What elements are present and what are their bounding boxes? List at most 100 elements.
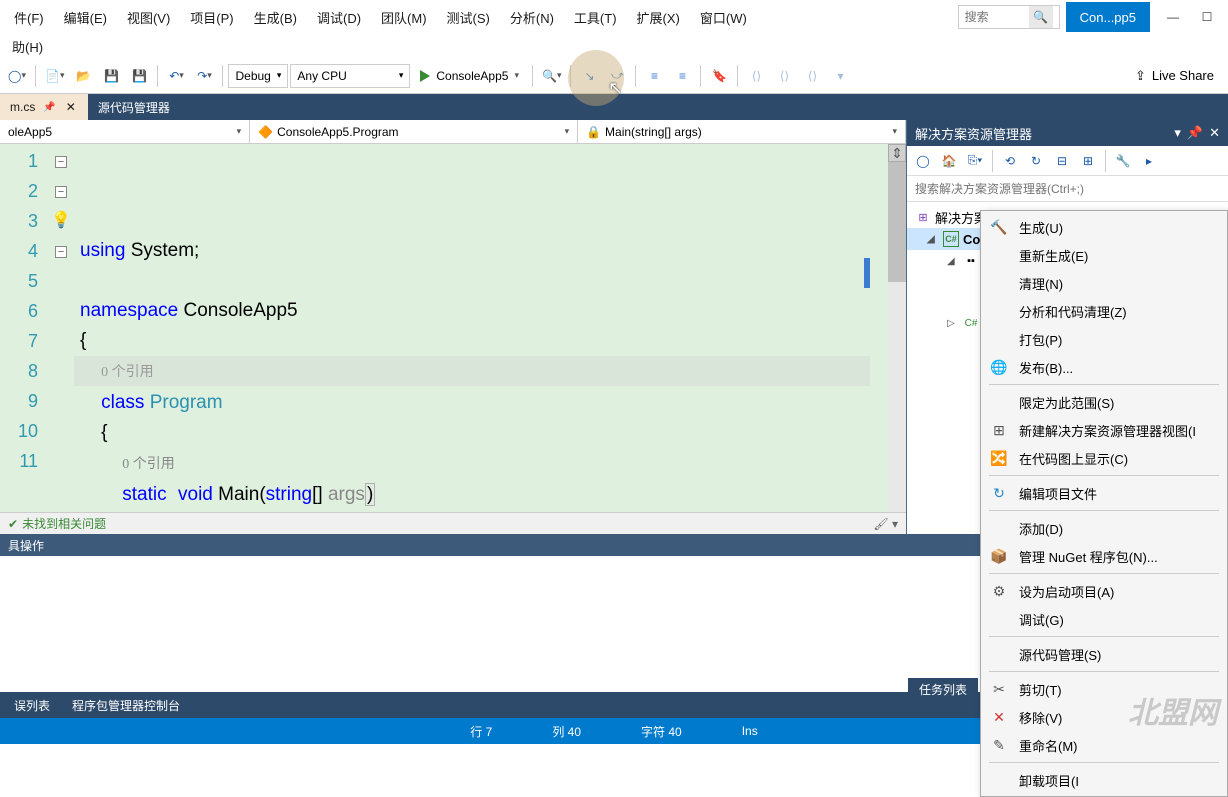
- menu-debug[interactable]: 调试(D): [307, 2, 371, 33]
- nav-method-combo[interactable]: 🔒 Main(string[] args)▾: [578, 120, 906, 143]
- redo-button[interactable]: ↷▾: [191, 63, 217, 89]
- bookmark-button[interactable]: 🔖: [706, 63, 732, 89]
- sln-scope-button[interactable]: ⎘▾: [963, 149, 987, 173]
- cleanup-brush-button[interactable]: 🖌 ▾: [873, 517, 898, 531]
- ctx-add[interactable]: 添加(D): [981, 514, 1227, 542]
- platform-dropdown[interactable]: Any CPU▾: [290, 64, 410, 88]
- tb-extra-2[interactable]: ⟨⟩: [771, 63, 797, 89]
- dropdown-icon[interactable]: ▾: [1174, 125, 1181, 141]
- menu-file[interactable]: 件(F): [4, 2, 54, 33]
- menu-extensions[interactable]: 扩展(X): [627, 2, 690, 33]
- sln-showall-button[interactable]: ⊞: [1076, 149, 1100, 173]
- sln-collapse-button[interactable]: ⊟: [1050, 149, 1074, 173]
- tab-package-manager[interactable]: 程序包管理器控制台: [62, 693, 190, 718]
- ctx-unload[interactable]: 卸载项目(I: [981, 766, 1227, 794]
- split-editor-handle[interactable]: ⇕: [888, 144, 906, 162]
- status-ins: Ins: [742, 724, 758, 738]
- menu-view[interactable]: 视图(V): [117, 2, 180, 33]
- no-issues-indicator[interactable]: ✔ 未找到相关问题: [8, 515, 106, 532]
- code-text-area[interactable]: using System; namespace ConsoleApp5 { 0 …: [74, 144, 888, 512]
- fold-toggle[interactable]: −: [55, 246, 67, 258]
- package-icon: 📦: [989, 548, 1009, 565]
- chevron-down-icon[interactable]: ◢: [927, 234, 939, 245]
- ctx-nuget[interactable]: 📦管理 NuGet 程序包(N)...: [981, 542, 1227, 570]
- solution-search-input[interactable]: [915, 182, 1220, 196]
- new-project-button[interactable]: 📄▾: [41, 63, 68, 89]
- editor-status-bar: ✔ 未找到相关问题 🖌 ▾: [0, 512, 906, 534]
- tb-extra-3[interactable]: ⟨⟩: [799, 63, 825, 89]
- live-share-button[interactable]: ⇪ Live Share: [1125, 68, 1224, 84]
- comment-button[interactable]: ≡: [641, 63, 667, 89]
- close-tab-icon[interactable]: ✕: [64, 100, 78, 114]
- menu-tools[interactable]: 工具(T): [564, 2, 627, 33]
- chevron-down-icon[interactable]: ◢: [947, 256, 959, 267]
- ctx-rename[interactable]: ✎重命名(M): [981, 731, 1227, 759]
- menu-analyze[interactable]: 分析(N): [500, 2, 564, 33]
- solution-search[interactable]: [907, 176, 1228, 202]
- step-over-icon: ⤻: [611, 68, 624, 83]
- ctx-scm[interactable]: 源代码管理(S): [981, 640, 1227, 668]
- ctx-new-view[interactable]: ⊞新建解决方案资源管理器视图(I: [981, 416, 1227, 444]
- sln-back-button[interactable]: ◯: [911, 149, 935, 173]
- scrollbar-thumb[interactable]: [888, 162, 906, 282]
- minimize-button[interactable]: —: [1156, 2, 1190, 32]
- pin-icon[interactable]: 📌: [43, 102, 55, 113]
- pin-icon[interactable]: 📌: [1187, 125, 1203, 141]
- start-debug-button[interactable]: ConsoleApp5 ▾: [412, 63, 527, 89]
- sln-home-button[interactable]: 🏠: [937, 149, 961, 173]
- ctx-cut[interactable]: ✂剪切(T): [981, 675, 1227, 703]
- sln-sync-button[interactable]: ⟲: [998, 149, 1022, 173]
- save-all-button[interactable]: 💾: [126, 63, 152, 89]
- tb-extra-1[interactable]: ⟨⟩: [743, 63, 769, 89]
- search-button[interactable]: 🔍: [1029, 6, 1053, 28]
- open-button[interactable]: 📂: [70, 63, 96, 89]
- sln-refresh-button[interactable]: ↻: [1024, 149, 1048, 173]
- menu-project[interactable]: 项目(P): [180, 2, 243, 33]
- save-button[interactable]: 💾: [98, 63, 124, 89]
- ctx-edit-proj[interactable]: ↻编辑项目文件: [981, 479, 1227, 507]
- quick-search[interactable]: 🔍: [958, 5, 1060, 29]
- ctx-pack[interactable]: 打包(P): [981, 325, 1227, 353]
- tb-extra-4[interactable]: ▾: [827, 63, 853, 89]
- ctx-publish[interactable]: 🌐发布(B)...: [981, 353, 1227, 381]
- tab-source-control[interactable]: 源代码管理器: [88, 94, 180, 120]
- menu-help[interactable]: 助(H): [4, 35, 51, 58]
- nav-class-combo[interactable]: 🔶 ConsoleApp5.Program▾: [250, 120, 578, 143]
- config-dropdown[interactable]: Debug▾: [228, 64, 288, 88]
- uncomment-button[interactable]: ≡: [669, 63, 695, 89]
- toolbar-separator: [35, 65, 36, 87]
- nav-project-combo[interactable]: oleApp5▾: [0, 120, 250, 143]
- undo-button[interactable]: ↶▾: [163, 63, 189, 89]
- menu-build[interactable]: 生成(B): [244, 2, 307, 33]
- fold-toggle[interactable]: −: [55, 156, 67, 168]
- ctx-clean[interactable]: 清理(N): [981, 269, 1227, 297]
- ctx-startup[interactable]: ⚙设为启动项目(A): [981, 577, 1227, 605]
- ctx-analyze[interactable]: 分析和代码清理(Z): [981, 297, 1227, 325]
- menu-team[interactable]: 团队(M): [371, 2, 437, 33]
- step-over-button[interactable]: ⤻: [604, 63, 630, 89]
- ctx-build[interactable]: 🔨生成(U): [981, 213, 1227, 241]
- ctx-remove[interactable]: ✕移除(V): [981, 703, 1227, 731]
- menu-window[interactable]: 窗口(W): [690, 2, 757, 33]
- menu-test[interactable]: 测试(S): [437, 2, 500, 33]
- close-icon[interactable]: ✕: [1209, 125, 1220, 141]
- maximize-button[interactable]: ☐: [1190, 2, 1224, 32]
- ctx-rebuild[interactable]: 重新生成(E): [981, 241, 1227, 269]
- menu-edit[interactable]: 编辑(E): [54, 2, 117, 33]
- step-into-button[interactable]: ↘: [576, 63, 602, 89]
- chevron-right-icon[interactable]: ▷: [947, 318, 959, 329]
- search-input[interactable]: [959, 10, 1029, 24]
- ctx-debug[interactable]: 调试(G): [981, 605, 1227, 633]
- sln-preview-button[interactable]: ▸: [1137, 149, 1161, 173]
- ctx-scope[interactable]: 限定为此范围(S): [981, 388, 1227, 416]
- lightbulb-icon[interactable]: 💡: [51, 212, 71, 229]
- editor-vertical-scrollbar[interactable]: ⇕: [888, 144, 906, 512]
- task-list-tab[interactable]: 任务列表: [908, 678, 978, 700]
- tab-error-list[interactable]: 误列表: [4, 693, 60, 718]
- ctx-codemap[interactable]: 🔀在代码图上显示(C): [981, 444, 1227, 472]
- nav-back-button[interactable]: ◯▾: [4, 63, 30, 89]
- sln-properties-button[interactable]: 🔧: [1111, 149, 1135, 173]
- fold-toggle[interactable]: −: [55, 186, 67, 198]
- find-in-files-button[interactable]: 🔍▾: [538, 63, 565, 89]
- tab-program-cs[interactable]: m.cs 📌 ✕: [0, 94, 88, 120]
